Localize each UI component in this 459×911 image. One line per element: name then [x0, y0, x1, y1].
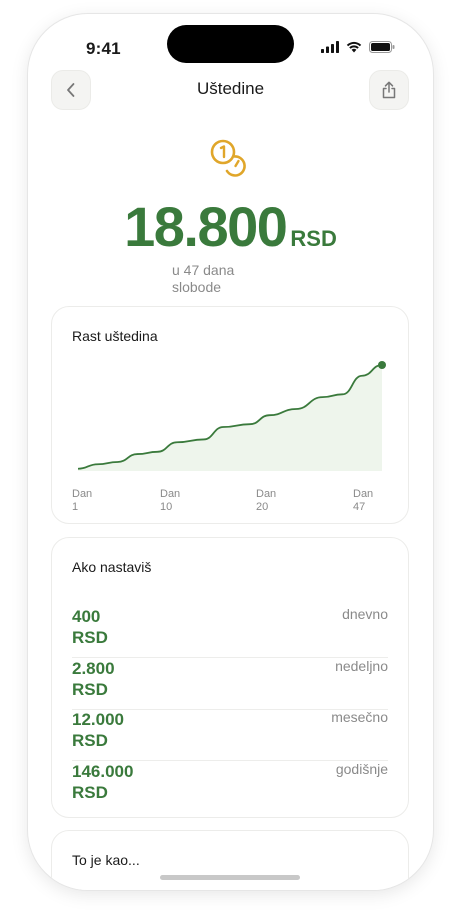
x-tick-label: Dan 1 [72, 488, 93, 513]
projection-amount: 12.000 RSD [72, 710, 124, 750]
projection-row: 2.800 RSD nedeljno [72, 658, 388, 710]
projection-amount: 400 RSD [72, 607, 108, 647]
share-icon [382, 81, 396, 99]
battery-icon [369, 41, 395, 53]
savings-amount: 18.800 RSD [28, 194, 433, 259]
status-bar: 9:41 [28, 14, 433, 74]
projection-row: 146.000 RSD godišnje [72, 761, 388, 813]
projection-amount: 2.800 RSD [72, 659, 115, 699]
x-tick-label: Dan 20 [256, 488, 277, 513]
projection-amount: 146.000 RSD [72, 762, 134, 802]
amount-currency: RSD [290, 226, 337, 251]
comparison-card: To je kao... [51, 830, 409, 890]
projection-period: godišnje [335, 761, 388, 777]
days-subtitle: u 47 dana slobode [172, 262, 235, 295]
nav-bar: Uštedine [28, 70, 433, 110]
chart-end-point [378, 361, 386, 369]
chart-area-fill [78, 365, 382, 471]
share-button[interactable] [369, 70, 409, 110]
projection-row: 12.000 RSD mesečno [72, 709, 388, 761]
x-tick-label: Dan 47 [353, 488, 374, 513]
x-tick-label: Dan 10 [160, 488, 181, 513]
amount-value: 18.800 [124, 195, 288, 258]
home-indicator[interactable] [160, 875, 300, 880]
status-icons [321, 41, 395, 53]
coins-icon [209, 138, 251, 183]
wifi-icon [346, 41, 362, 53]
cellular-signal-icon [321, 41, 339, 53]
comparison-title: To je kao... [72, 852, 140, 868]
projection-card: Ako nastaviš 400 RSD dnevno 2.800 RSD nede… [51, 537, 409, 818]
dynamic-island [167, 25, 294, 63]
phone-frame: 9:41 Uštedine 18.800 RSD u 47 dana slobo… [28, 14, 433, 890]
status-time: 9:41 [86, 39, 121, 58]
projection-period: nedeljno [335, 658, 388, 674]
projection-title: Ako nastaviš [72, 559, 152, 575]
projection-period: mesečno [331, 709, 388, 725]
projection-period: dnevno [342, 606, 388, 622]
savings-growth-card: Rast uštedina Dan 1 Dan 10 Dan 20 Dan 47 [51, 306, 409, 524]
projection-row: 400 RSD dnevno [72, 606, 388, 658]
